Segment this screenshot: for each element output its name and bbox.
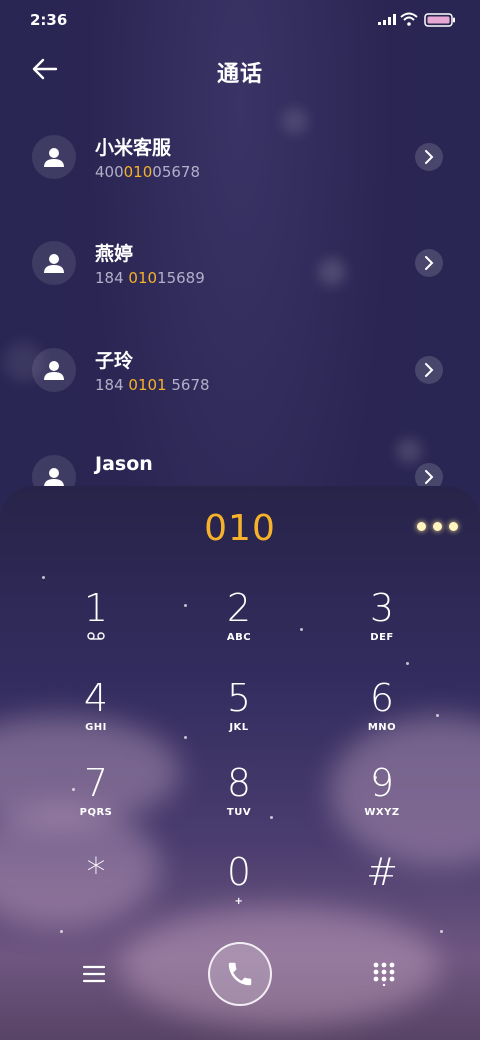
person-icon: [44, 148, 64, 167]
key-digit: 8: [226, 761, 252, 805]
avatar: [32, 135, 76, 179]
key-6[interactable]: 6 MNO: [322, 676, 442, 756]
key-star[interactable]: *: [36, 850, 156, 930]
chevron-right-icon: [425, 256, 434, 270]
contact-name: Jason: [95, 453, 153, 475]
key-digit: 6: [369, 676, 395, 720]
star-decoration: [440, 930, 443, 933]
phone-icon: [228, 962, 252, 986]
key-letters: +: [234, 896, 244, 907]
key-digit: *: [86, 850, 106, 894]
contact-row[interactable]: 小米客服 40001005678: [0, 135, 480, 215]
key-1[interactable]: 1: [36, 586, 156, 666]
key-letters: ABC: [226, 632, 252, 643]
key-2[interactable]: 2 ABC: [179, 586, 299, 666]
key-letters: WXYZ: [364, 807, 400, 818]
key-7[interactable]: 7 PQRS: [36, 761, 156, 841]
key-hash[interactable]: #: [322, 850, 442, 930]
page-title: 通话: [216, 62, 263, 87]
key-9[interactable]: 9 WXYZ: [322, 761, 442, 841]
key-0[interactable]: 0 +: [179, 850, 299, 930]
key-digit: 1: [83, 586, 109, 630]
voicemail-icon: [36, 632, 156, 643]
key-digit: 0: [226, 850, 252, 894]
chevron-right-icon: [425, 470, 434, 484]
contact-row[interactable]: 燕婷 184 01015689: [0, 241, 480, 321]
status-time: 2:36: [30, 11, 68, 29]
contact-details-button[interactable]: [415, 356, 443, 384]
key-letters: DEF: [370, 632, 394, 643]
key-3[interactable]: 3 DEF: [322, 586, 442, 666]
key-letters: PQRS: [79, 807, 113, 818]
key-letters: MNO: [367, 722, 397, 733]
more-dots-icon[interactable]: [417, 522, 458, 531]
status-bar: 2:36: [0, 0, 480, 40]
keypad-icon[interactable]: [373, 962, 395, 986]
key-digit: 7: [83, 761, 109, 805]
key-digit: #: [366, 850, 398, 894]
contact-details-button[interactable]: [415, 143, 443, 171]
star-decoration: [42, 576, 45, 579]
key-8[interactable]: 8 TUV: [179, 761, 299, 841]
key-digit: 2: [226, 586, 252, 630]
star-decoration: [300, 628, 303, 631]
key-digit: 9: [369, 761, 395, 805]
call-button[interactable]: [208, 942, 272, 1006]
contact-name: 燕婷: [95, 243, 134, 265]
key-4[interactable]: 4 GHI: [36, 676, 156, 756]
star-decoration: [60, 930, 63, 933]
key-letters: TUV: [226, 807, 252, 818]
chevron-right-icon: [425, 150, 434, 164]
background-glow: [282, 108, 308, 134]
dialpad-panel: 010 1 2 ABC 3 DEF 4 GHI 5 JKL 6 MNO 7 PQ…: [0, 486, 480, 1040]
contact-row[interactable]: 子玲 184 0101 5678: [0, 348, 480, 428]
person-icon: [44, 468, 64, 487]
contact-name: 小米客服: [95, 137, 172, 159]
key-letters: JKL: [229, 722, 249, 733]
chevron-right-icon: [425, 363, 434, 377]
avatar: [32, 348, 76, 392]
wifi-icon: [400, 12, 418, 26]
person-icon: [44, 254, 64, 273]
contact-number: 40001005678: [95, 163, 200, 181]
signal-icon: [378, 14, 396, 25]
key-digit: 5: [226, 676, 252, 720]
key-digit: 4: [83, 676, 109, 720]
person-icon: [44, 361, 64, 380]
avatar: [32, 241, 76, 285]
menu-icon[interactable]: [82, 964, 106, 984]
dialed-number: 010: [204, 508, 276, 549]
battery-icon: [424, 13, 455, 27]
contact-details-button[interactable]: [415, 249, 443, 277]
key-letters: GHI: [85, 722, 107, 733]
contact-name: 子玲: [95, 350, 134, 372]
contact-number: 184 01015689: [95, 269, 205, 287]
key-digit: 3: [369, 586, 395, 630]
key-5[interactable]: 5 JKL: [179, 676, 299, 756]
contact-number: 184 0101 5678: [95, 376, 210, 394]
